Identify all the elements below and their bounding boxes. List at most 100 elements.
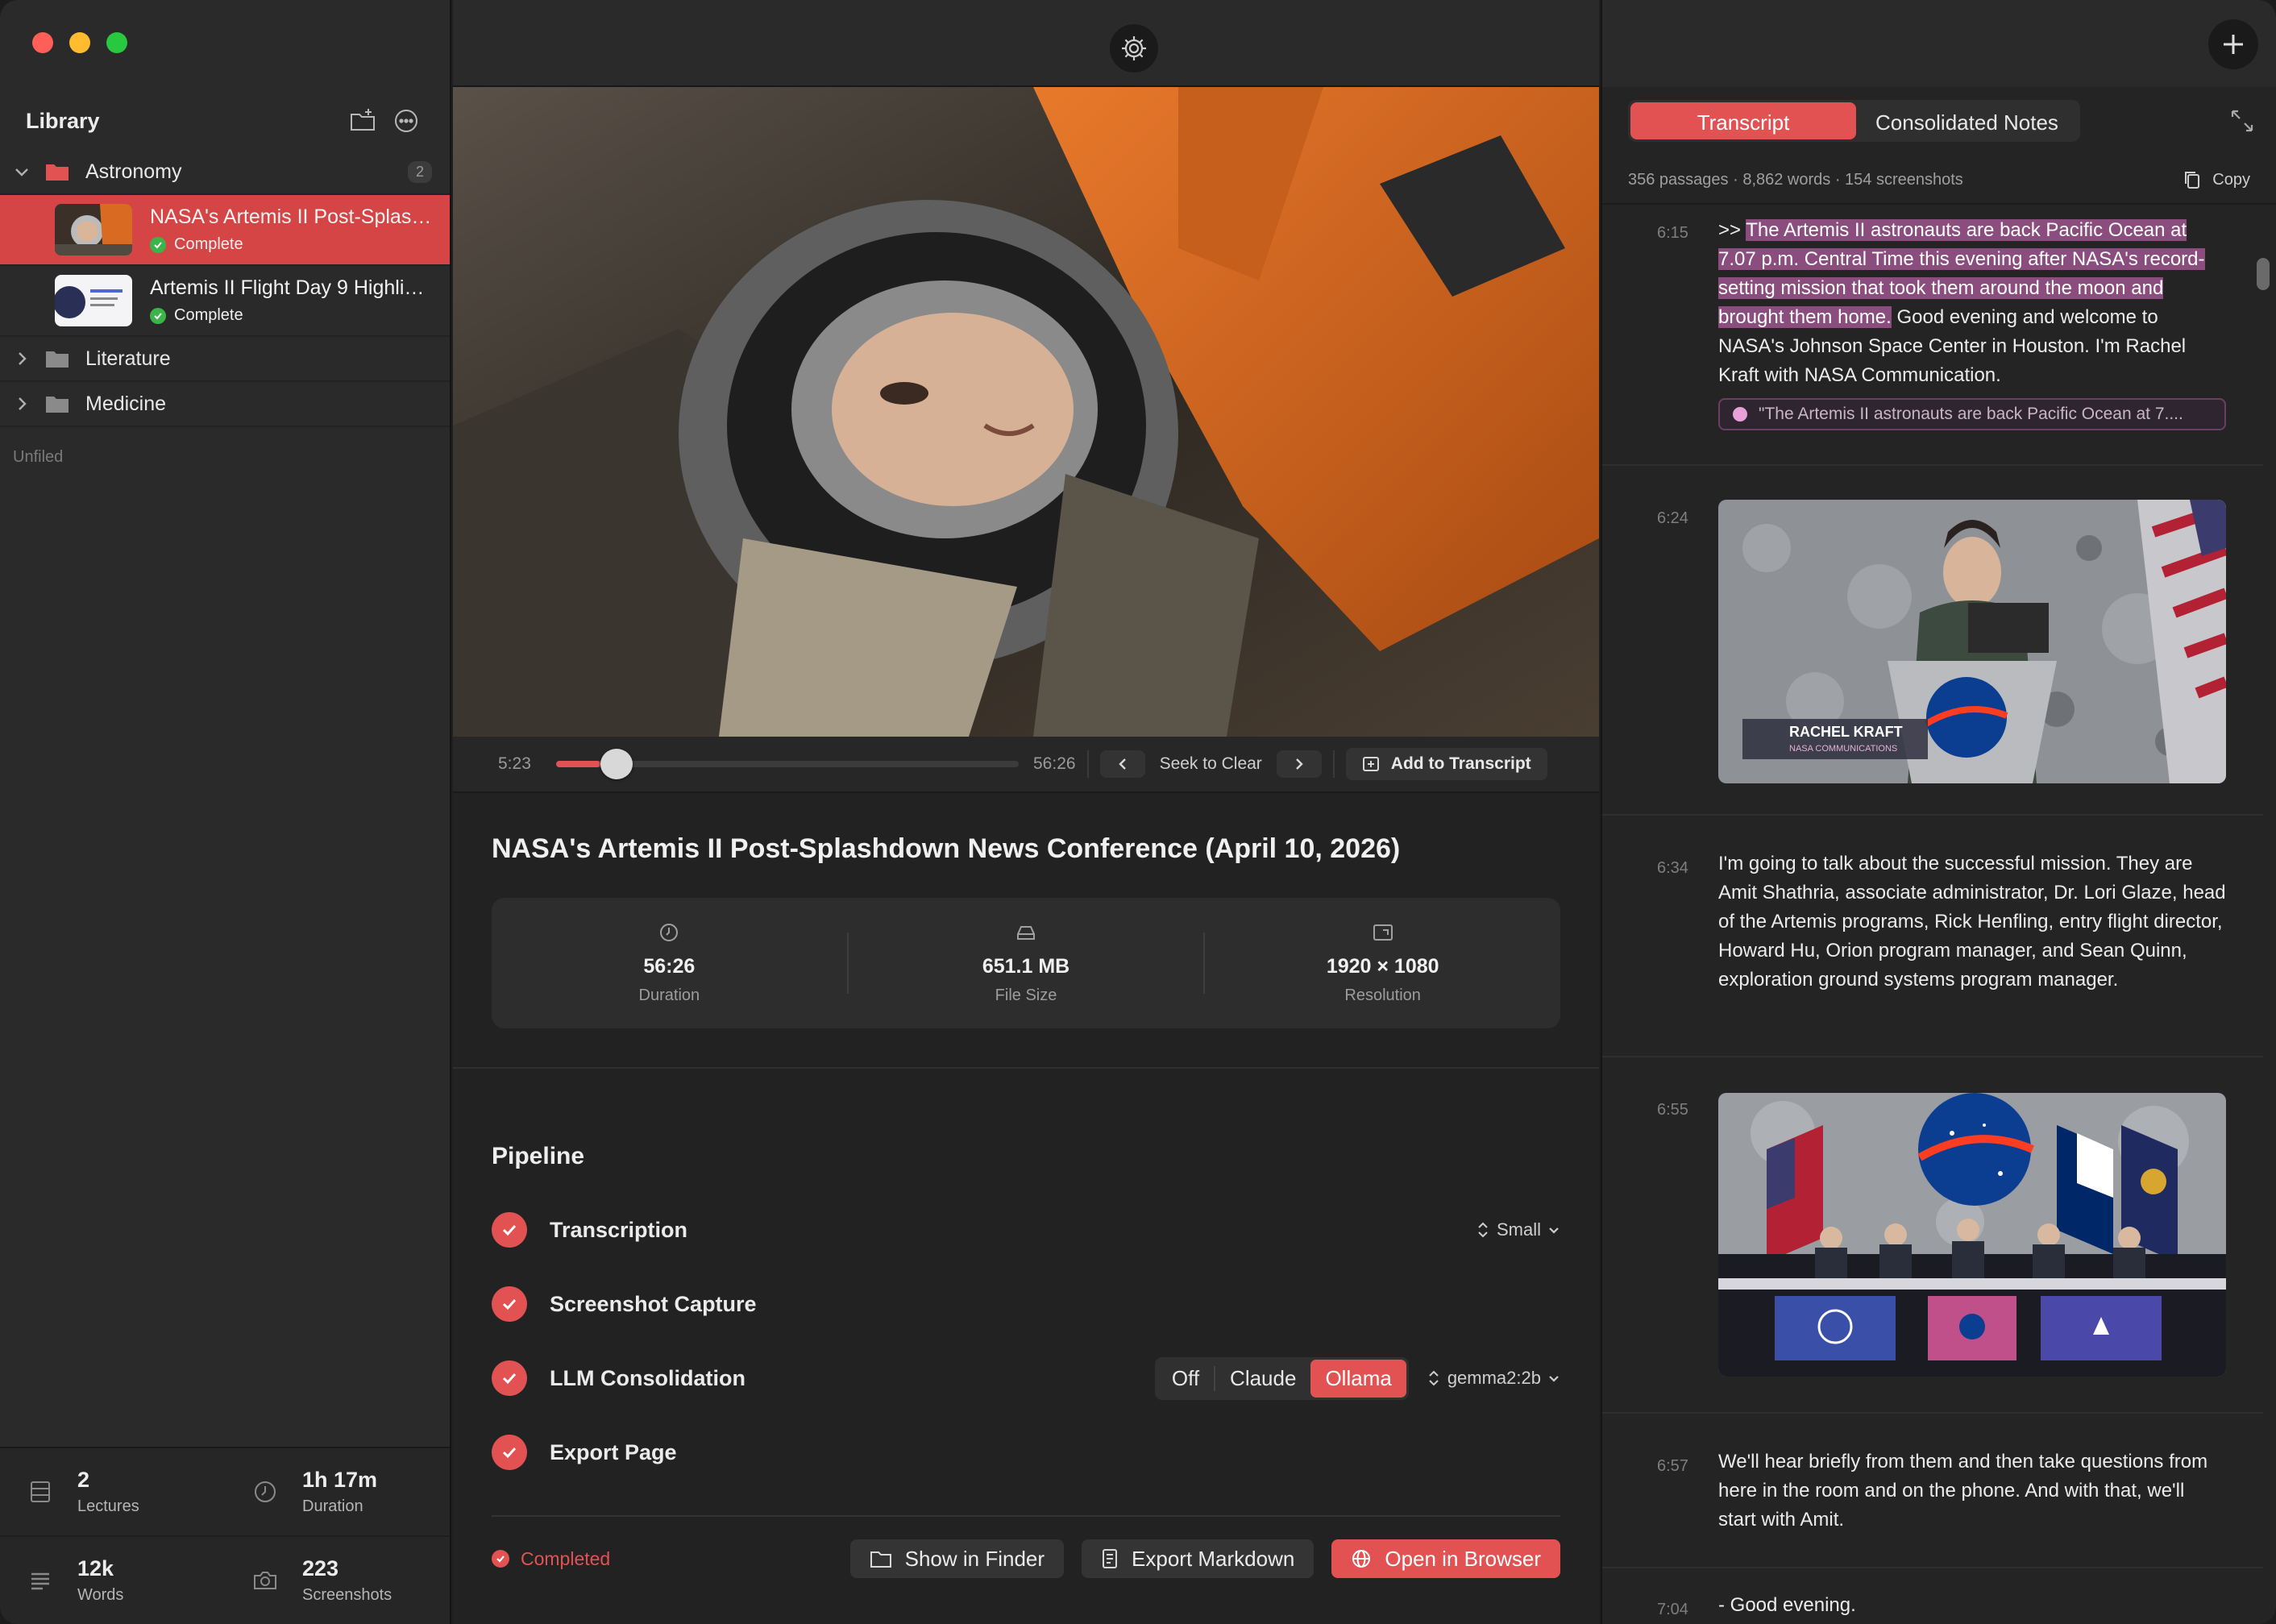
step-label: Export Page: [550, 1439, 677, 1464]
meta-value: 1920 × 1080: [1326, 955, 1439, 978]
add-button[interactable]: [2208, 19, 2258, 69]
pipeline-title: Pipeline: [492, 1143, 585, 1169]
close-window-button[interactable]: [32, 32, 53, 53]
zoom-window-button[interactable]: [106, 32, 127, 53]
seek-to-clear-label: Seek to Clear: [1159, 754, 1262, 773]
transcript-entry: 6:15 >> The Artemis II astronauts are ba…: [1602, 208, 2263, 466]
entry-text: >> The Artemis II astronauts are back Pa…: [1718, 216, 2226, 390]
step-label: Transcription: [550, 1217, 688, 1242]
lecture-item[interactable]: Artemis II Flight Day 9 Highlights Compl…: [0, 266, 450, 337]
segment-off[interactable]: Off: [1157, 1360, 1214, 1398]
transcript-entry: 6:24 RACHEL KRAFT NASA COMMUNICATIONS: [1602, 467, 2263, 816]
transcript-entry: 6:55: [1602, 1059, 2263, 1414]
stat-label: Words: [77, 1586, 124, 1604]
entry-timestamp[interactable]: 6:34: [1657, 859, 1688, 878]
copy-button[interactable]: Copy: [2183, 170, 2250, 189]
add-to-transcript-button[interactable]: Add to Transcript: [1345, 748, 1547, 780]
transcript-entry: 6:57 We'll hear briefly from them and th…: [1602, 1415, 2263, 1568]
picker-value: gemma2:2b: [1447, 1368, 1541, 1388]
library-tree: Astronomy 2 NASA's Artemis II Post-Splas…: [0, 150, 450, 427]
checkmark-circle-icon[interactable]: [492, 1212, 527, 1248]
seek-progress: [556, 761, 600, 767]
segment-ollama[interactable]: Ollama: [1310, 1359, 1406, 1398]
chevron-down-icon: [1549, 1376, 1559, 1382]
meta-value: 651.1 MB: [982, 955, 1070, 978]
llm-model-picker[interactable]: gemma2:2b: [1427, 1368, 1560, 1389]
meta-resolution: 1920 × 1080 Resolution: [1205, 921, 1560, 1005]
folder-count-badge: 2: [407, 160, 432, 183]
checkmark-circle-icon[interactable]: [492, 1360, 527, 1396]
chevron-right-icon[interactable]: [13, 395, 31, 413]
entry-text: We'll hear briefly from them and then ta…: [1718, 1451, 2208, 1531]
show-in-finder-button[interactable]: Show in Finder: [849, 1539, 1065, 1578]
step-label: Screenshot Capture: [550, 1291, 757, 1316]
folder-icon: [46, 397, 69, 413]
transcription-model-picker[interactable]: Small: [1476, 1219, 1560, 1240]
tab-consolidated-notes[interactable]: Consolidated Notes: [1856, 102, 2078, 139]
metadata-card: 56:26 Duration 651.1 MB File Size 1920 ×…: [492, 898, 1560, 1028]
folder-icon: [46, 351, 69, 368]
gear-icon: [1122, 36, 1146, 60]
entry-timestamp[interactable]: 6:55: [1657, 1101, 1688, 1119]
lecture-status-label: Complete: [174, 306, 243, 324]
unfiled-section-label: Unfiled: [13, 448, 64, 466]
video-player[interactable]: [453, 87, 1599, 737]
previous-clear-button[interactable]: [1099, 750, 1145, 778]
seek-slider[interactable]: [556, 749, 1019, 779]
meta-value: 56:26: [643, 955, 696, 978]
entry-timestamp[interactable]: 6:15: [1657, 224, 1688, 243]
sidebar: Library Astronomy 2 NASA's Artemis II Po…: [0, 0, 451, 1624]
checkmark-circle-icon: [492, 1550, 509, 1568]
folder-medicine[interactable]: Medicine: [0, 382, 450, 427]
chevron-right-icon[interactable]: [13, 350, 31, 368]
chevron-down-icon[interactable]: [13, 163, 31, 181]
settings-button[interactable]: [1110, 24, 1158, 73]
stat-label: Screenshots: [302, 1586, 392, 1604]
segment-claude[interactable]: Claude: [1215, 1360, 1310, 1398]
library-stats: 2 Lectures 1h 17m Duration 12k Words 223 Scr…: [0, 1447, 450, 1624]
more-options-button[interactable]: [388, 103, 424, 139]
transcript-entry: 7:04 - Good evening.: [1602, 1570, 2263, 1624]
playback-controls: 5:23 56:26 Seek to Clear Add to Transcri…: [453, 737, 1599, 793]
entry-text: - Good evening.: [1718, 1594, 1856, 1616]
next-clear-button[interactable]: [1276, 750, 1322, 778]
highlight-note-chip[interactable]: "The Artemis II astronauts are back Paci…: [1718, 398, 2226, 430]
text-lines-icon: [31, 1572, 49, 1590]
meta-duration: 56:26 Duration: [492, 921, 847, 1005]
checkmark-circle-icon[interactable]: [492, 1435, 527, 1470]
plus-square-icon: [1362, 757, 1379, 771]
meta-label: File Size: [995, 986, 1057, 1004]
caption-name: RACHEL KRAFT: [1789, 724, 1903, 740]
transcript-screenshot[interactable]: [1718, 1093, 2226, 1377]
step-label: LLM Consolidation: [550, 1365, 746, 1390]
button-label: Show in Finder: [904, 1546, 1045, 1571]
lecture-item[interactable]: NASA's Artemis II Post-Splashdown News C…: [0, 195, 450, 266]
entry-timestamp[interactable]: 7:04: [1657, 1601, 1688, 1619]
open-in-browser-button[interactable]: Open in Browser: [1331, 1539, 1560, 1578]
add-to-transcript-label: Add to Transcript: [1390, 754, 1531, 773]
entry-timestamp[interactable]: 6:57: [1657, 1457, 1688, 1476]
pipeline-status-label: Completed: [521, 1547, 611, 1569]
entry-timestamp[interactable]: 6:24: [1657, 509, 1688, 528]
folder-literature[interactable]: Literature: [0, 337, 450, 382]
detail-pane: 5:23 56:26 Seek to Clear Add to Transcri…: [453, 0, 1599, 1624]
stat-value: 1h 17m: [302, 1468, 378, 1492]
transcript-screenshot[interactable]: RACHEL KRAFT NASA COMMUNICATIONS: [1718, 500, 2226, 783]
seek-handle[interactable]: [600, 749, 633, 779]
copy-label: Copy: [2212, 170, 2250, 189]
checkmark-circle-icon[interactable]: [492, 1286, 527, 1322]
stat-screenshots: 223 Screenshots: [225, 1537, 450, 1624]
lecture-title: Artemis II Flight Day 9 Highlights: [150, 276, 434, 299]
folder-plus-icon: [351, 109, 375, 131]
stat-label: Lectures: [77, 1497, 139, 1515]
highlight-dot-icon: [1733, 407, 1747, 422]
new-folder-button[interactable]: [345, 103, 380, 139]
tab-transcript[interactable]: Transcript: [1630, 102, 1856, 139]
export-markdown-button[interactable]: Export Markdown: [1082, 1539, 1315, 1578]
transcript-pane: Transcript Consolidated Notes 356 passag…: [1601, 0, 2276, 1624]
folder-astronomy[interactable]: Astronomy 2: [0, 150, 450, 195]
up-down-chevron-icon: [1429, 1370, 1439, 1386]
stat-value: 223: [302, 1556, 339, 1580]
expand-icon[interactable]: [2229, 108, 2255, 134]
minimize-window-button[interactable]: [69, 32, 90, 53]
